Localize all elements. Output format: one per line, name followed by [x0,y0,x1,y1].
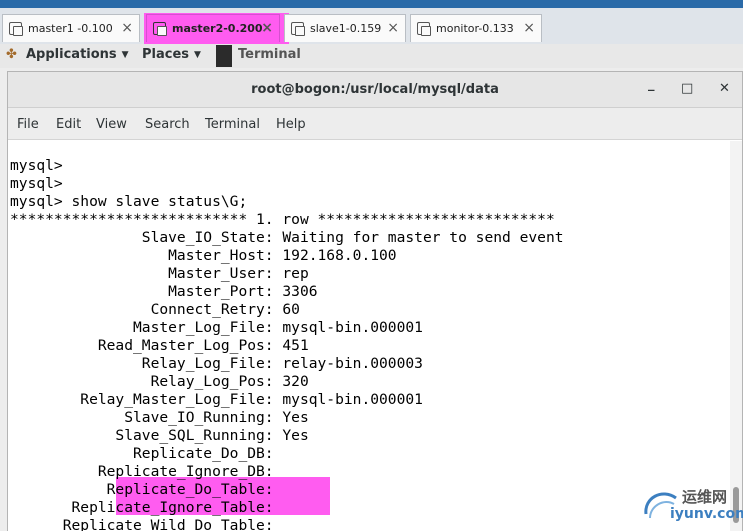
vm-tab-master2[interactable]: master2-0.200 × [146,14,280,42]
terminal-thumbnail-icon [216,45,232,67]
terminal-line: mysql> [10,175,63,192]
terminal-line: Replicate_Ignore_DB: [10,463,274,480]
places-menu[interactable]: Places ▼ [142,47,201,62]
tab-bar-accent [0,0,743,8]
applications-menu[interactable]: ✤ Applications ▼ [6,47,129,62]
applications-label: Applications [26,47,117,62]
close-icon[interactable]: × [261,20,273,36]
maximize-button[interactable]: □ [681,81,693,96]
terminal-line: Replicate_Do_Table: [10,481,274,498]
terminal-app-menu[interactable]: Terminal [238,47,301,62]
terminal-line: Read_Master_Log_Pos: 451 [10,337,309,354]
terminal-line: Slave_IO_Running: Yes [10,409,309,426]
terminal-line: Relay_Log_Pos: 320 [10,373,309,390]
vm-icon [153,22,167,36]
close-button[interactable]: ✕ [719,81,730,96]
menu-edit[interactable]: Edit [56,117,81,132]
terminal-line: Relay_Master_Log_File: mysql-bin.000001 [10,391,423,408]
terminal-line: Relay_Log_File: relay-bin.000003 [10,355,423,372]
menu-search[interactable]: Search [145,117,190,132]
vm-icon [9,22,23,36]
menu-bar: File Edit View Search Terminal Help [8,108,742,140]
chevron-down-icon: ▼ [121,49,129,60]
close-icon[interactable]: × [387,20,399,36]
terminal-line: mysql> [10,157,63,174]
terminal-line: Master_Log_File: mysql-bin.000001 [10,319,423,336]
menu-file[interactable]: File [17,117,39,132]
menu-help[interactable]: Help [276,117,306,132]
vm-tab-label: master1 -0.100 [28,22,113,35]
vm-tab-label: monitor-0.133 [436,22,514,35]
terminal-line: Master_Port: 3306 [10,283,318,300]
terminal-app-label: Terminal [238,47,301,62]
menu-terminal[interactable]: Terminal [205,117,260,132]
terminal-line: Replicate_Do_DB: [10,445,274,462]
chevron-down-icon: ▼ [194,49,201,60]
menu-view[interactable]: View [96,117,127,132]
terminal-window: root@bogon:/usr/local/mysql/data _ □ ✕ F… [7,71,743,531]
watermark-text-domain: iyunv.com [670,506,743,522]
window-titlebar[interactable]: root@bogon:/usr/local/mysql/data _ □ ✕ [8,72,742,108]
vm-icon [291,22,305,36]
terminal-line: Slave_SQL_Running: Yes [10,427,309,444]
close-icon[interactable]: × [121,20,133,36]
vm-tab-monitor[interactable]: monitor-0.133 × [410,14,542,42]
terminal-line: Master_Host: 192.168.0.100 [10,247,397,264]
close-icon[interactable]: × [523,20,535,36]
terminal-line: Replicate_Wild_Do_Table: [10,517,274,531]
vm-icon [417,22,431,36]
terminal-line: Replicate_Ignore_Table: [10,499,274,516]
minimize-button[interactable]: _ [648,77,655,92]
terminal-line: Master_User: rep [10,265,309,282]
vm-tab-slave1[interactable]: slave1-0.159 × [284,14,406,42]
terminal-line: Slave_IO_State: Waiting for master to se… [10,229,564,246]
window-title: root@bogon:/usr/local/mysql/data [251,82,499,97]
gnome-top-bar: ✤ Applications ▼ Places ▼ Terminal [0,44,743,68]
terminal-line: mysql> show slave status\G; [10,193,248,210]
places-label: Places [142,47,190,62]
terminal-line: Connect_Retry: 60 [10,301,300,318]
applications-icon: ✤ [6,46,17,62]
terminal-output[interactable]: mysql> mysql> mysql> show slave status\G… [8,141,730,531]
vm-tab-master1[interactable]: master1 -0.100 × [2,14,140,42]
vm-tab-label: slave1-0.159 [310,22,382,35]
terminal-scrollbar[interactable] [730,141,742,531]
terminal-line: *************************** 1. row *****… [10,211,555,228]
watermark-logo: 运维网 iyunv.com [640,482,743,528]
watermark-text-cn: 运维网 [682,488,728,506]
vm-tab-label: master2-0.200 [172,22,263,35]
